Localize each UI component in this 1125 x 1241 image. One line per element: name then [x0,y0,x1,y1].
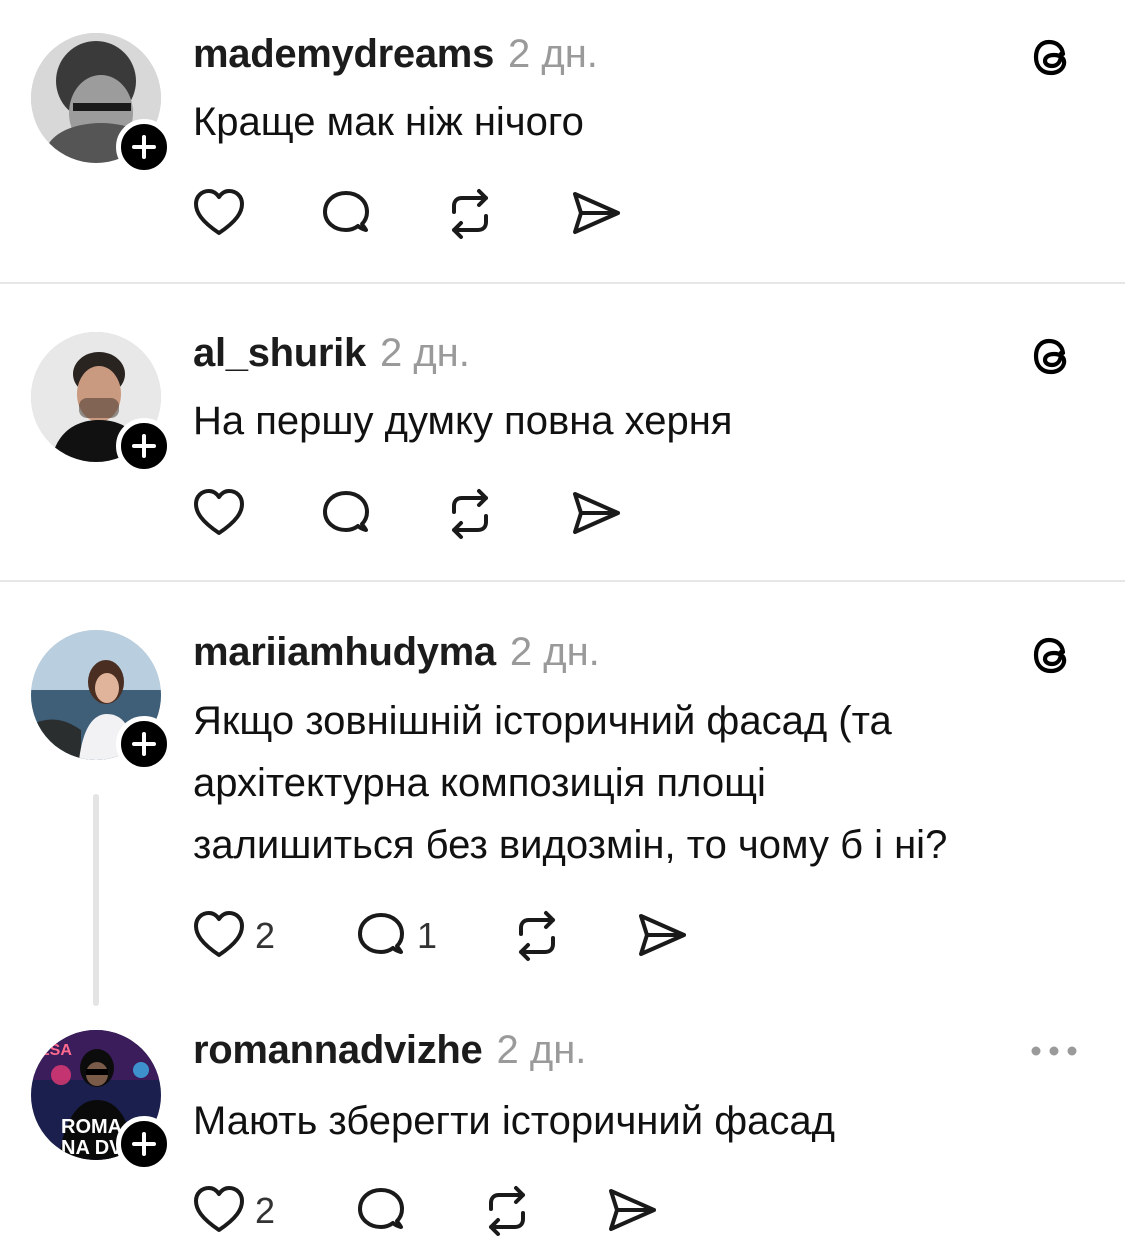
threads-logo-icon[interactable] [1030,632,1076,678]
post-text-line: залишиться без видозмін, то чому б і ні? [193,823,948,867]
post-mademydreams: mademydreams 2 дн. Краще мак ніж нічого [0,0,1125,282]
like-count: 2 [255,1190,276,1231]
share-button[interactable] [604,1183,660,1239]
share-button[interactable] [568,186,624,242]
like-button[interactable] [191,486,247,542]
repost-button[interactable] [442,186,498,242]
timestamp: 2 дн. [508,32,598,76]
like-button[interactable]: 2 [191,1183,275,1239]
comment-icon [358,1188,404,1229]
follow-button[interactable] [116,119,172,175]
post-header: romannadvizhe 2 дн. [193,1026,586,1074]
share-button[interactable] [634,908,690,964]
like-button[interactable] [191,186,247,242]
follow-button[interactable] [116,1116,172,1172]
threads-logo-icon[interactable] [1030,333,1076,379]
repost-icon [452,489,488,539]
post-text: Мають зберегти історичний фасад [193,1099,835,1143]
heart-icon [194,489,244,535]
post-mariiamhudyma: mariiamhudyma 2 дн. Якщо зовнішній істори… [0,582,1125,1012]
username[interactable]: mademydreams [193,32,494,76]
post-header: mademydreams 2 дн. [193,30,598,78]
repost-icon [519,911,555,961]
plus-icon [132,434,156,458]
reply-button[interactable] [318,486,374,542]
heart-icon [194,189,244,235]
timestamp: 2 дн. [509,630,600,674]
comment-icon [323,491,369,532]
plus-icon [132,1132,156,1156]
repost-button[interactable] [442,486,498,542]
post-romannadvizhe: ESA ROMA NA DV romannadvizhe 2 дн. Мають … [0,1012,1125,1241]
reply-button[interactable]: 1 [353,908,437,964]
send-icon [573,492,620,534]
timestamp: 2 дн. [496,1028,587,1072]
post-text: На першу думку повна херня [193,399,733,443]
avatar-wrap [31,630,172,772]
post-text: Якщо зовнішній історичний фасад (та архі… [193,690,1093,876]
more-dots-icon[interactable] [1030,1044,1078,1058]
repost-button[interactable] [509,908,565,964]
post-text-line: архітектурна композиція площі [193,761,766,805]
username[interactable]: mariiamhudyma [193,630,496,674]
send-icon [609,1189,656,1231]
reply-count: 1 [417,915,438,956]
plus-icon [132,135,156,159]
avatar-wrap [31,33,172,175]
avatar-text-corner: ESA [39,1042,72,1059]
post-text-line: Якщо зовнішній історичний фасад (та [193,699,892,743]
plus-icon [132,732,156,756]
avatar-text-top: ROMA [61,1116,122,1138]
share-button[interactable] [568,486,624,542]
thread-connector-line [93,794,99,1006]
post-header: mariiamhudyma 2 дн. [193,628,600,676]
threads-logo-icon[interactable] [1030,34,1076,80]
username[interactable]: al_shurik [193,331,366,375]
like-button[interactable]: 2 [191,908,275,964]
avatar-wrap [31,332,172,474]
heart-icon [194,1186,244,1232]
reply-button[interactable] [318,186,374,242]
post-al_shurik: al_shurik 2 дн. На першу думку повна херн… [0,284,1125,580]
repost-button[interactable] [479,1183,535,1239]
post-text: Краще мак ніж нічого [193,100,584,144]
post-header: al_shurik 2 дн. [193,329,470,377]
repost-icon [452,189,488,239]
repost-icon [489,1186,525,1236]
comment-icon [323,191,369,232]
username[interactable]: romannadvizhe [193,1028,483,1072]
comment-icon [358,913,404,954]
reply-button[interactable] [353,1183,409,1239]
heart-icon [194,911,244,957]
avatar-wrap: ESA ROMA NA DV [31,1030,172,1172]
follow-button[interactable] [116,716,172,772]
avatar-text-bottom: NA DV [61,1137,123,1159]
follow-button[interactable] [116,418,172,474]
like-count: 2 [255,915,276,956]
timestamp: 2 дн. [379,331,470,375]
send-icon [573,192,620,234]
send-icon [639,914,686,956]
